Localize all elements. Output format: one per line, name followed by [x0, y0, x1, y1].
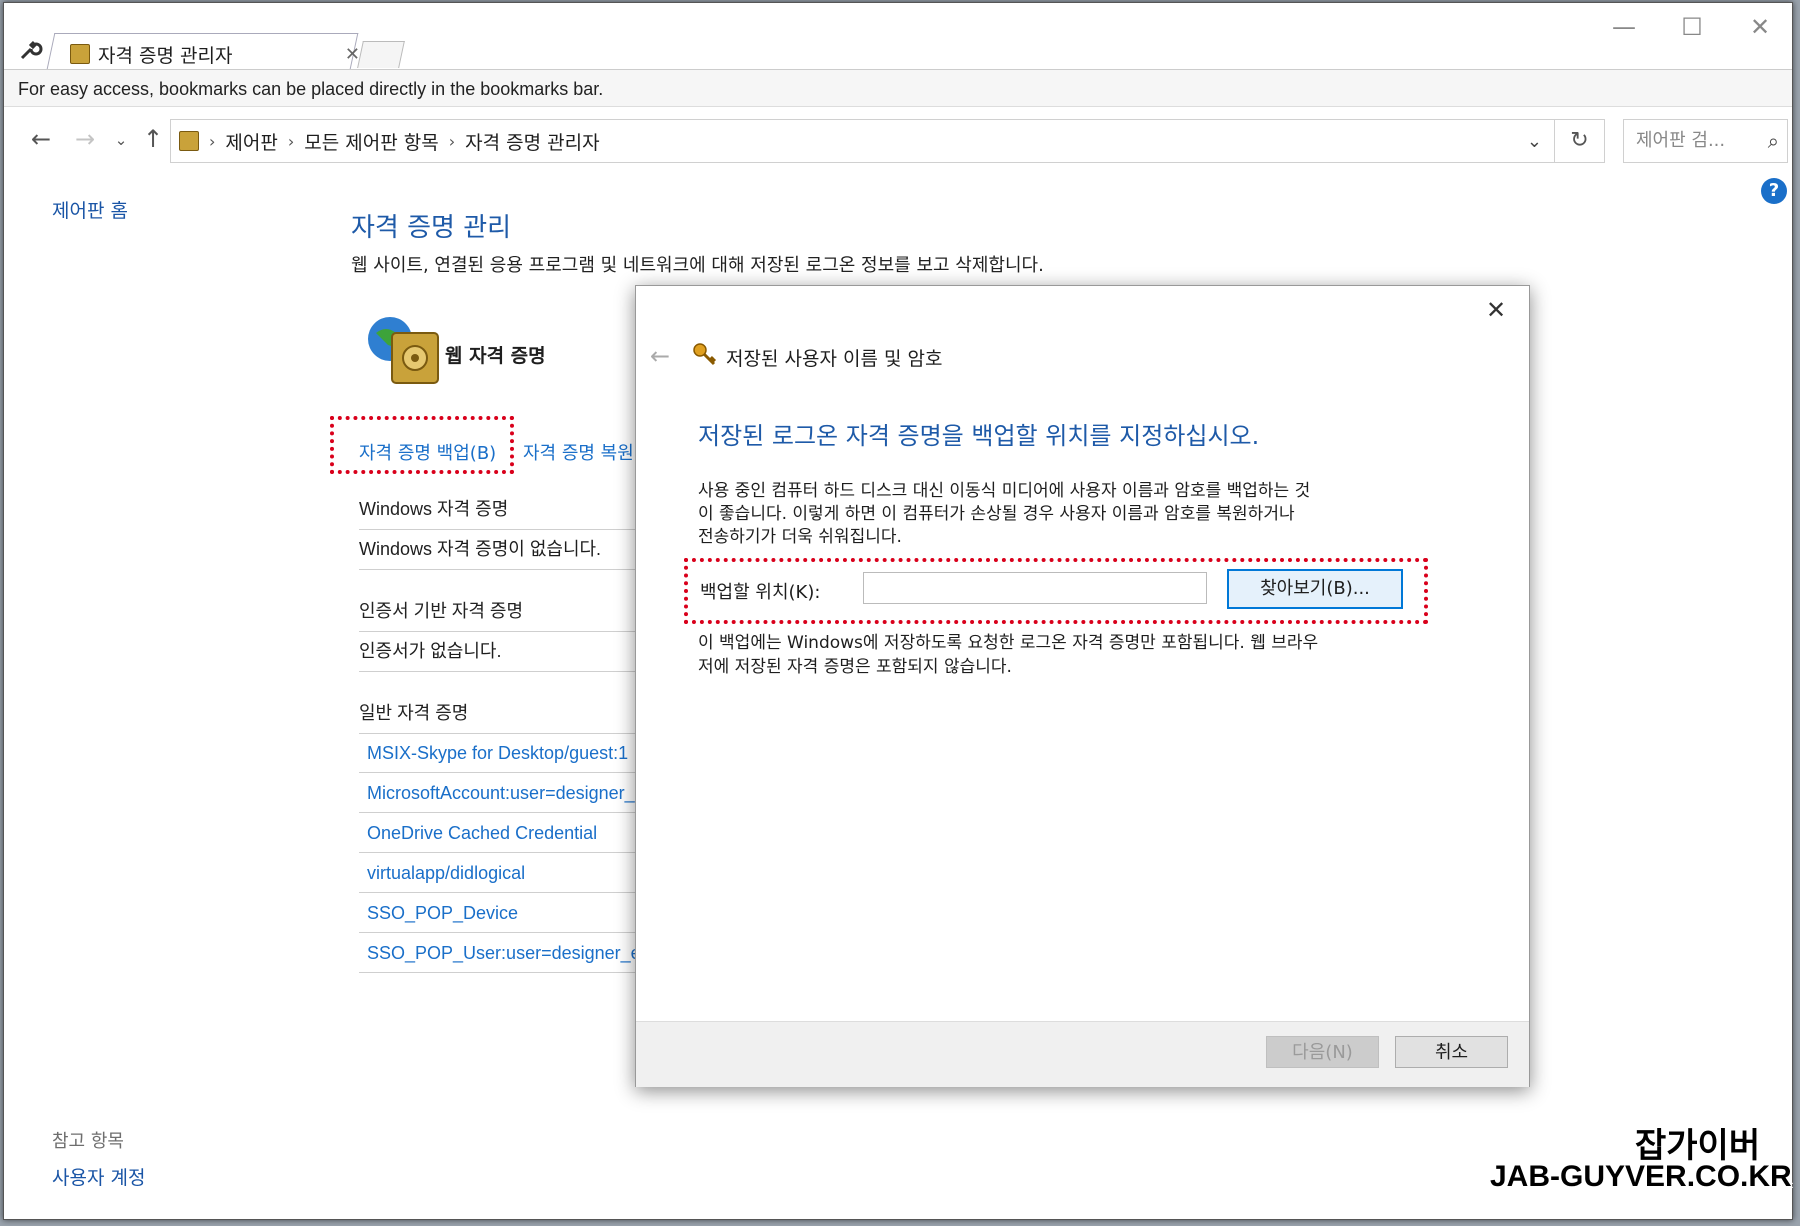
close-dialog-icon[interactable]: ✕: [1486, 296, 1506, 324]
search-placeholder: 제어판 검...: [1636, 130, 1726, 151]
breadcrumb-all-items[interactable]: 모든 제어판 항목: [304, 128, 438, 155]
sidebar-control-panel-home[interactable]: 제어판 홈: [52, 196, 128, 223]
dialog-note-line: 저에 저장된 자격 증명은 포함되지 않습니다.: [698, 657, 1012, 677]
cancel-button[interactable]: 취소: [1395, 1036, 1508, 1068]
control-panel-icon: [179, 131, 199, 151]
address-bar[interactable]: › 제어판 › 모든 제어판 항목 › 자격 증명 관리자 ⌄: [170, 119, 1555, 163]
search-icon[interactable]: ⌕: [1768, 120, 1779, 162]
restore-credentials-link[interactable]: 자격 증명 복원: [523, 439, 635, 465]
breadcrumb-separator-icon: ›: [448, 131, 456, 151]
breadcrumb-credential-manager[interactable]: 자격 증명 관리자: [465, 128, 599, 155]
bookmarks-bar: For easy access, bookmarks can be placed…: [4, 69, 1792, 107]
maximize-icon[interactable]: ☐: [1662, 11, 1722, 43]
browse-button[interactable]: 찾아보기(B)...: [1227, 569, 1403, 609]
dialog-heading: 저장된 로그온 자격 증명을 백업할 위치를 지정하십시오.: [698, 422, 1260, 450]
dialog-body-line: 이 좋습니다. 이렇게 하면 이 컴퓨터가 손상될 경우 사용자 이름과 암호를…: [698, 504, 1295, 524]
dialog-note-line: 이 백업에는 Windows에 저장하도록 요청한 로그온 자격 증명만 포함됩…: [698, 633, 1319, 653]
next-button[interactable]: 다음(N): [1266, 1036, 1379, 1068]
dialog-back-arrow-icon[interactable]: ←: [650, 342, 670, 370]
page-description: 웹 사이트, 연결된 응용 프로그램 및 네트워크에 대해 저장된 로그온 정보…: [351, 255, 1044, 276]
browser-window: 자격 증명 관리자 ✕ — ☐ ✕ For easy access, bookm…: [3, 2, 1793, 1220]
recent-locations-chevron-icon[interactable]: ⌄: [104, 131, 138, 149]
breadcrumb-separator-icon: ›: [209, 131, 216, 151]
address-dropdown-chevron-icon[interactable]: ⌄: [1527, 131, 1542, 152]
breadcrumb-separator-icon: ›: [287, 131, 295, 151]
refresh-icon[interactable]: ↻: [1555, 119, 1605, 163]
wrench-icon[interactable]: [18, 37, 44, 63]
page-title: 자격 증명 관리: [351, 213, 512, 243]
new-tab-button[interactable]: [357, 41, 405, 68]
up-arrow-icon[interactable]: ↑: [136, 125, 170, 153]
dialog-body-line: 전송하기가 더욱 쉬워집니다.: [698, 527, 902, 547]
search-input[interactable]: 제어판 검... ⌕: [1623, 119, 1788, 163]
backup-location-label: 백업할 위치(K):: [700, 582, 821, 603]
watermark-url: JAB-GUYVER.CO.KR: [1490, 1160, 1792, 1193]
tab-title: 자격 증명 관리자: [98, 44, 233, 67]
web-credentials-label[interactable]: 웹 자격 증명: [445, 341, 546, 368]
dialog-body-line: 사용 중인 컴퓨터 하드 디스크 대신 이동식 미디어에 사용자 이름과 암호를…: [698, 481, 1311, 501]
backup-location-input[interactable]: [863, 572, 1207, 604]
breadcrumb-control-panel[interactable]: 제어판: [225, 128, 277, 155]
close-window-icon[interactable]: ✕: [1730, 11, 1790, 43]
forward-arrow-icon[interactable]: →: [68, 125, 102, 153]
dialog-footer: 다음(N) 취소: [636, 1021, 1529, 1087]
back-arrow-icon[interactable]: ←: [24, 125, 58, 153]
minimize-icon[interactable]: —: [1594, 11, 1654, 43]
credential-manager-icon: [70, 44, 90, 64]
web-credentials-vault-icon[interactable]: [366, 315, 444, 387]
browser-tab[interactable]: 자격 증명 관리자 ✕: [70, 37, 360, 71]
backup-credentials-dialog: ✕ ← 저장된 사용자 이름 및 암호 저장된 로그온 자격 증명을 백업할 위…: [635, 285, 1530, 1087]
key-icon: [692, 342, 718, 372]
help-icon[interactable]: ?: [1761, 178, 1787, 204]
see-also-label: 참고 항목: [52, 1131, 124, 1152]
sidebar-user-accounts[interactable]: 사용자 계정: [52, 1163, 145, 1190]
backup-credentials-link[interactable]: 자격 증명 백업(B): [359, 439, 496, 465]
dialog-title: 저장된 사용자 이름 및 암호: [726, 348, 943, 370]
